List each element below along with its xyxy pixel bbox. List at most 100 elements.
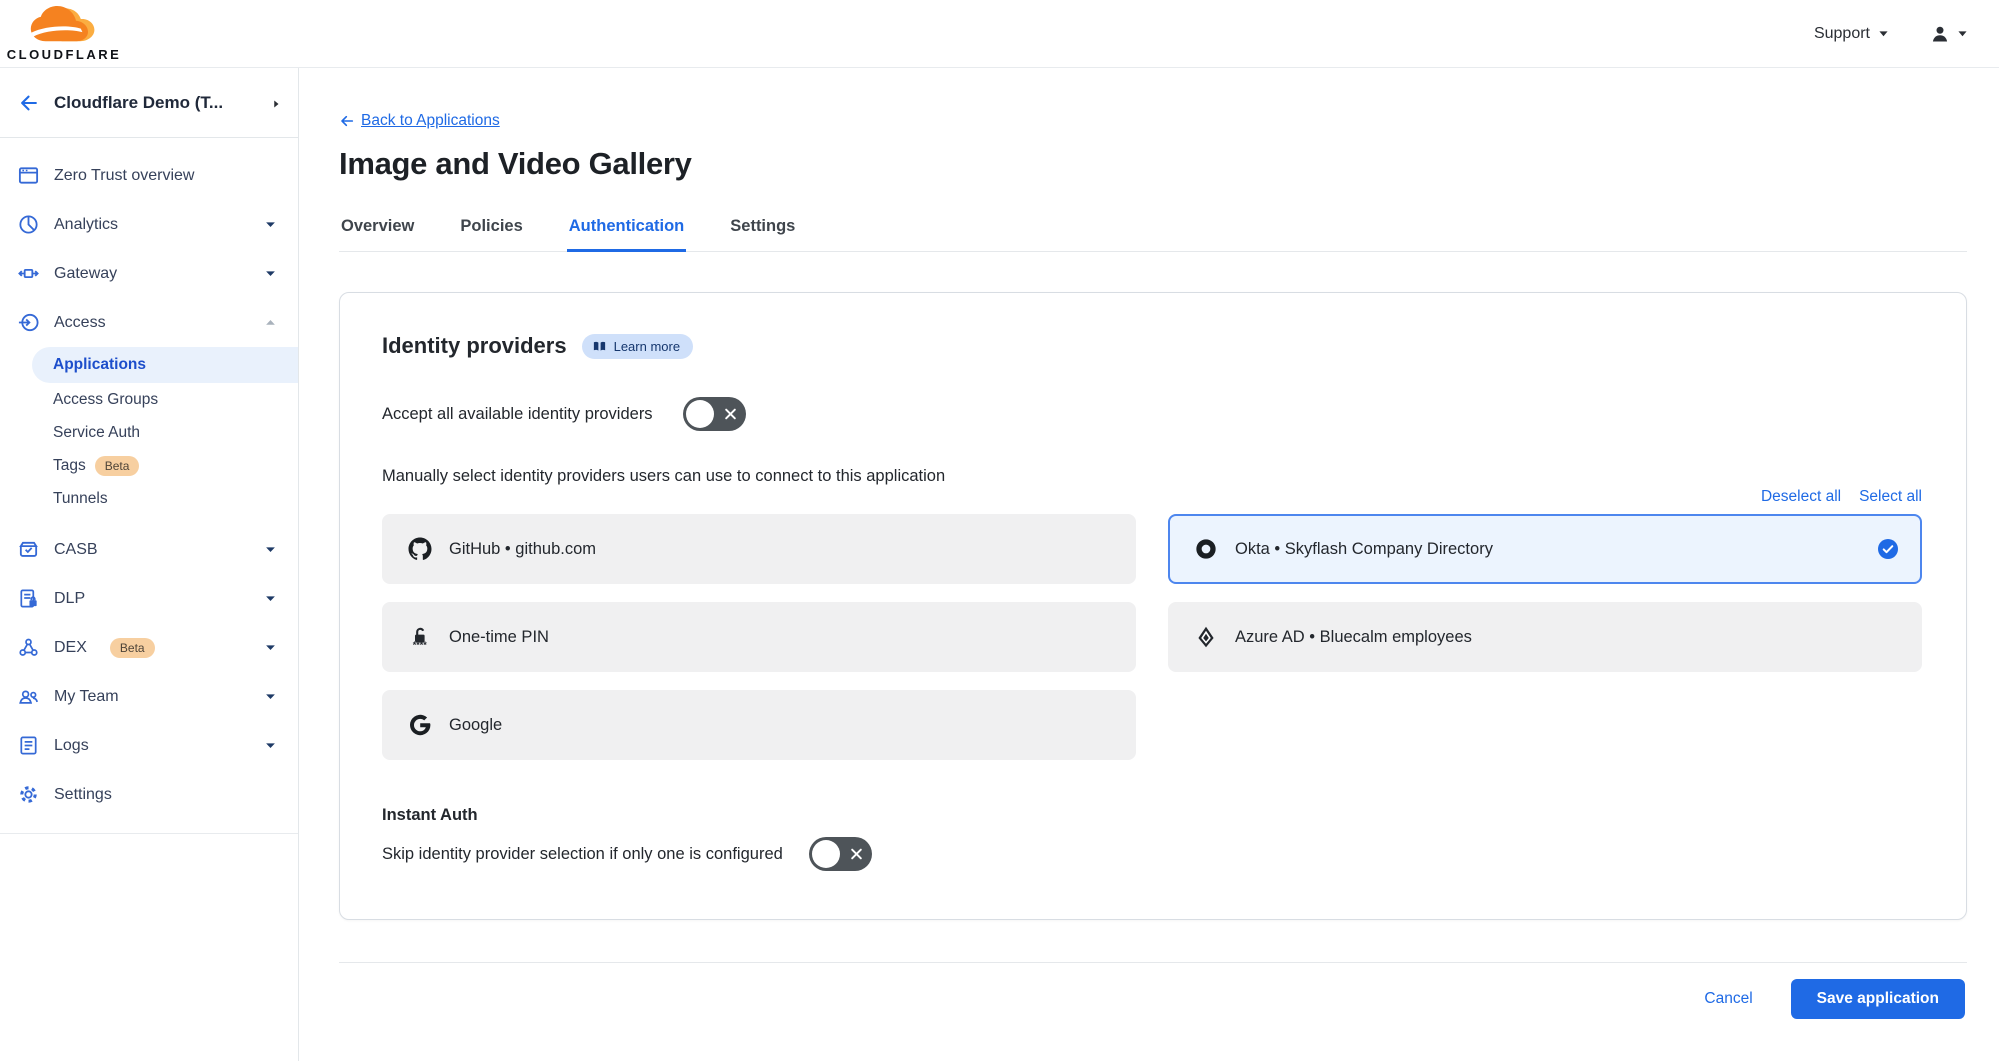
tab-overview[interactable]: Overview [339, 206, 416, 251]
sidebar-item-service-auth[interactable]: Service Auth [0, 416, 298, 449]
dex-icon [17, 636, 40, 659]
okta-icon [1194, 537, 1218, 561]
chevron-down-icon[interactable] [263, 738, 278, 753]
sidebar-item-label: DLP [54, 590, 85, 608]
accept-all-label: Accept all available identity providers [382, 405, 653, 424]
card-heading: Identity providers [382, 333, 567, 359]
casb-icon [17, 538, 40, 561]
provider-azure-ad[interactable]: Azure AD • Bluecalm employees [1168, 602, 1922, 672]
github-icon [408, 537, 432, 561]
toggle-knob [686, 400, 714, 428]
accept-all-toggle[interactable] [683, 397, 746, 431]
cancel-button[interactable]: Cancel [1704, 990, 1752, 1008]
gateway-icon [17, 262, 40, 285]
sidebar-item-label: My Team [54, 688, 119, 706]
sidebar-item-zero-trust-overview[interactable]: Zero Trust overview [0, 151, 298, 200]
sidebar-item-label: Service Auth [53, 424, 140, 442]
sidebar: Cloudflare Demo (T... Zero Trust overvie… [0, 68, 299, 1061]
support-menu[interactable]: Support [1814, 25, 1890, 43]
provider-one-time-pin[interactable]: **** One-time PIN [382, 602, 1136, 672]
chevron-down-icon [1877, 27, 1890, 40]
cloudflare-logo-text: CLOUDFLARE [7, 47, 122, 62]
back-link-label: Back to Applications [361, 112, 500, 130]
sidebar-item-analytics[interactable]: Analytics [0, 200, 298, 249]
sidebar-item-label: Zero Trust overview [54, 167, 194, 185]
user-menu[interactable] [1930, 24, 1969, 44]
provider-name: One-time PIN [449, 628, 549, 647]
toggle-off-x-icon [850, 848, 863, 861]
gear-icon [17, 783, 40, 806]
instant-auth-label: Skip identity provider selection if only… [382, 845, 783, 864]
providers-grid: GitHub • github.com Okta • Skyflash Comp… [382, 514, 1922, 760]
one-time-pin-icon: **** [408, 625, 432, 649]
toggle-off-x-icon [724, 408, 737, 421]
provider-github[interactable]: GitHub • github.com [382, 514, 1136, 584]
provider-name: GitHub • github.com [449, 540, 596, 559]
sidebar-item-tunnels[interactable]: Tunnels [0, 482, 298, 515]
provider-okta[interactable]: Okta • Skyflash Company Directory [1168, 514, 1922, 584]
book-icon [592, 339, 607, 354]
sidebar-item-label: Access Groups [53, 391, 158, 409]
chevron-right-icon[interactable] [270, 97, 282, 109]
tab-policies[interactable]: Policies [458, 206, 524, 251]
chevron-up-icon[interactable] [263, 315, 278, 330]
chevron-down-icon[interactable] [263, 266, 278, 281]
tab-settings[interactable]: Settings [728, 206, 797, 251]
sidebar-item-label: CASB [54, 541, 98, 559]
logs-icon [17, 734, 40, 757]
google-icon [408, 713, 432, 737]
sidebar-item-gateway[interactable]: Gateway [0, 249, 298, 298]
chevron-down-icon[interactable] [263, 591, 278, 606]
sidebar-item-tags[interactable]: Tags Beta [0, 449, 298, 482]
learn-more-badge[interactable]: Learn more [582, 334, 693, 359]
window-icon [17, 164, 40, 187]
footer-actions: Cancel Save application [339, 963, 1967, 1019]
toggle-knob [812, 840, 840, 868]
sidebar-item-label: Settings [54, 786, 112, 804]
sidebar-item-access[interactable]: Access [0, 298, 298, 347]
beta-badge: Beta [95, 456, 140, 476]
sidebar-item-label: Access [54, 314, 106, 332]
select-all-link[interactable]: Select all [1859, 488, 1922, 506]
analytics-icon [17, 213, 40, 236]
back-arrow-icon [339, 113, 355, 129]
sidebar-item-label: Applications [53, 356, 146, 374]
sidebar-item-dex[interactable]: DEX Beta [0, 623, 298, 672]
manual-select-label: Manually select identity providers users… [382, 467, 1922, 486]
sidebar-item-casb[interactable]: CASB [0, 525, 298, 574]
cloudflare-cloud-icon [20, 6, 108, 46]
provider-name: Google [449, 716, 502, 735]
chevron-down-icon[interactable] [263, 217, 278, 232]
back-to-applications-link[interactable]: Back to Applications [339, 112, 500, 130]
sidebar-item-label: Tunnels [53, 490, 108, 508]
page-title: Image and Video Gallery [339, 146, 1967, 182]
topbar: CLOUDFLARE Support [0, 0, 1999, 68]
dlp-icon [17, 587, 40, 610]
sidebar-item-applications[interactable]: Applications [32, 347, 298, 383]
tab-authentication[interactable]: Authentication [567, 206, 687, 252]
team-icon [17, 685, 40, 708]
account-name[interactable]: Cloudflare Demo (T... [54, 93, 223, 113]
provider-name: Okta • Skyflash Company Directory [1235, 540, 1493, 559]
save-application-button[interactable]: Save application [1791, 979, 1965, 1019]
access-icon [17, 311, 40, 334]
cloudflare-logo[interactable]: CLOUDFLARE [12, 6, 116, 62]
sidebar-item-dlp[interactable]: DLP [0, 574, 298, 623]
instant-auth-toggle[interactable] [809, 837, 872, 871]
chevron-down-icon[interactable] [263, 689, 278, 704]
sidebar-item-access-groups[interactable]: Access Groups [0, 383, 298, 416]
deselect-all-link[interactable]: Deselect all [1761, 488, 1841, 506]
chevron-down-icon[interactable] [263, 542, 278, 557]
sidebar-divider [0, 833, 298, 834]
sidebar-item-logs[interactable]: Logs [0, 721, 298, 770]
sidebar-item-settings[interactable]: Settings [0, 770, 298, 819]
sidebar-nav: Zero Trust overview Analytics Gateway [0, 138, 298, 834]
svg-text:****: **** [413, 640, 428, 649]
provider-google[interactable]: Google [382, 690, 1136, 760]
support-label: Support [1814, 25, 1870, 43]
chevron-down-icon[interactable] [263, 640, 278, 655]
sidebar-item-my-team[interactable]: My Team [0, 672, 298, 721]
sidebar-item-label: Logs [54, 737, 89, 755]
sidebar-item-label: Gateway [54, 265, 117, 283]
back-arrow-icon[interactable] [18, 92, 40, 114]
